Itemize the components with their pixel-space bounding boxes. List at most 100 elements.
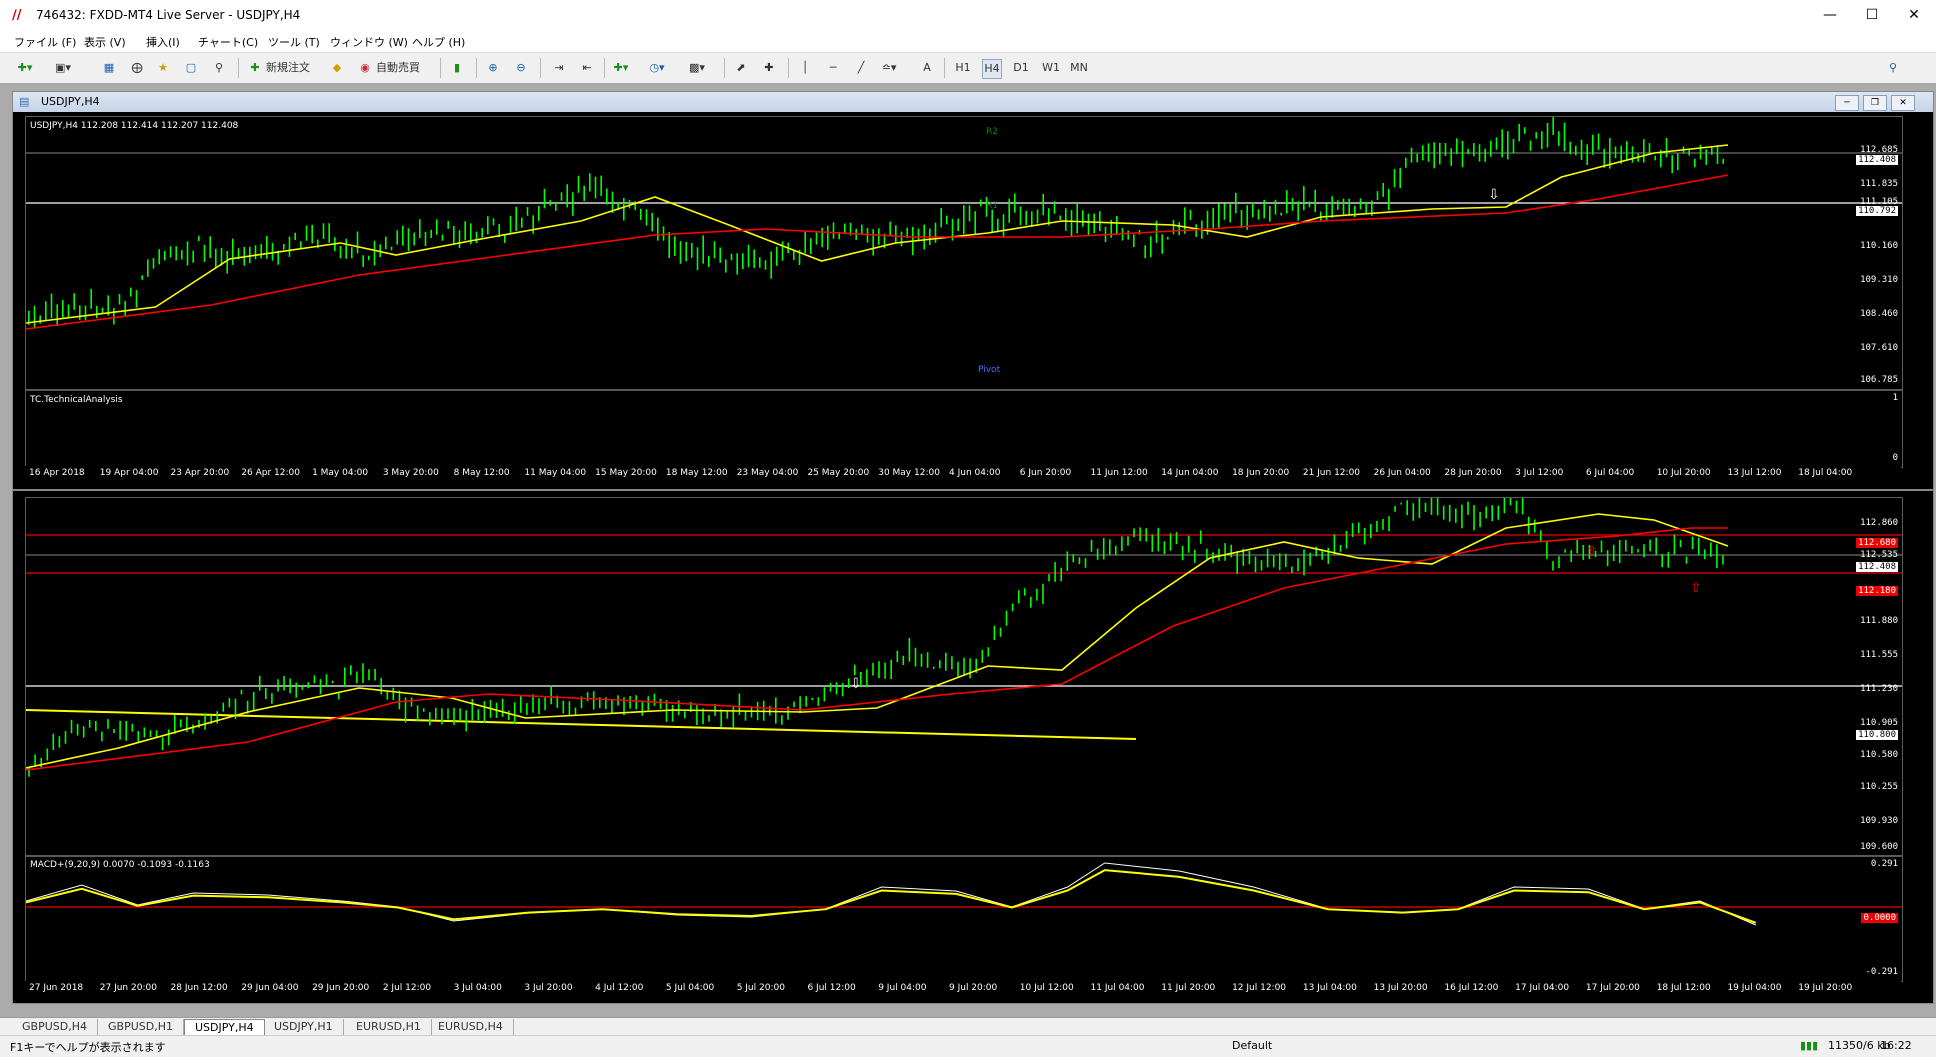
bar-chart-icon[interactable]: ▮ — [448, 59, 466, 77]
menu-tools[interactable]: ツール (T) — [268, 34, 320, 50]
chart-tabs: GBPUSD,H4 GBPUSD,H1 USDJPY,H4 USDJPY,H1 … — [0, 1017, 1936, 1036]
tab-gbpusd-h1[interactable]: GBPUSD,H1 — [98, 1019, 184, 1035]
up-arrow-icon: ⇧ — [1586, 544, 1598, 560]
menu-chart[interactable]: チャート(C) — [198, 34, 258, 50]
chart-info-label: USDJPY,H4 112.208 112.414 112.207 112.40… — [30, 121, 239, 131]
new-chart-icon[interactable]: ✚▾ — [16, 59, 34, 77]
chart-window-usdjpy-h4[interactable]: ▤ USDJPY,H4 ─ ❐ ✕ ⇩ USDJPY,H4 112.208 11… — [12, 91, 1934, 490]
indicator-pane-1[interactable]: TC.TechnicalAnalysis 1 0 — [25, 390, 1903, 468]
x-axis-label: 10 Jul 12:00 — [1019, 983, 1074, 993]
x-axis-label: 17 Jul 20:00 — [1585, 983, 1640, 993]
new-order-icon[interactable]: ✚ — [246, 59, 264, 77]
tab-usdjpy-h4[interactable]: USDJPY,H4 — [184, 1019, 265, 1036]
chart-shift-icon[interactable]: ⇤ — [578, 59, 596, 77]
x-axis-label: 11 Jul 20:00 — [1161, 983, 1216, 993]
indicator-label: TC.TechnicalAnalysis — [30, 395, 123, 405]
close-button[interactable]: ✕ — [1894, 4, 1934, 26]
tab-eurusd-h4[interactable]: EURUSD,H4 — [428, 1019, 514, 1035]
ma-fast-line — [26, 513, 1729, 769]
red-upper-tag: 112.680 — [1856, 538, 1898, 548]
chart-restore-button[interactable]: ❐ — [1863, 95, 1887, 111]
time-axis-2: 27 Jun 2018 27 Jun 20:00 28 Jun 12:00 29 Ju… — [25, 981, 1901, 995]
x-axis-label: 29 Jun 20:00 — [312, 983, 370, 993]
period-mn-button[interactable]: MN — [1070, 59, 1088, 77]
x-axis-label: 9 Jul 04:00 — [878, 983, 927, 993]
menu-view[interactable]: 表示 (V) — [84, 34, 126, 50]
auto-trade-icon[interactable]: ◉ — [356, 59, 374, 77]
cursor-icon[interactable]: ⬈ — [732, 59, 750, 77]
y-label: 111.880 — [1860, 616, 1898, 626]
vertical-line-icon[interactable]: │ — [796, 59, 814, 77]
menu-window[interactable]: ウィンドウ (W) — [330, 34, 408, 50]
x-axis-label: 9 Jul 20:00 — [949, 983, 998, 993]
tab-eurusd-h1[interactable]: EURUSD,H1 — [346, 1019, 432, 1035]
strategy-tester-icon[interactable]: ⚲ — [210, 59, 228, 77]
zoom-out-icon[interactable]: ⊖ — [512, 59, 530, 77]
chart-window-caption[interactable]: ▤ USDJPY,H4 ─ ❐ ✕ — [13, 92, 1933, 112]
chart-minimize-button[interactable]: ─ — [1835, 95, 1859, 111]
templates-icon[interactable]: ▩▾ — [688, 59, 706, 77]
new-order-button[interactable]: 新規注文 — [266, 59, 310, 77]
macd-main-line — [26, 862, 1756, 926]
period-d1-button[interactable]: D1 — [1012, 59, 1030, 77]
profiles-icon[interactable]: ▣▾ — [54, 59, 72, 77]
x-axis-label: 18 Jul 12:00 — [1656, 983, 1711, 993]
favorites-icon[interactable]: ★ — [154, 59, 172, 77]
macd-top-label: 0.291 — [1870, 859, 1898, 869]
x-axis-label: 19 Apr 04:00 — [99, 468, 159, 478]
x-axis-label: 13 Jul 12:00 — [1727, 468, 1782, 478]
price-chart-2: ⇧ ⇧ ⇩ — [26, 498, 1902, 777]
chart-close-button[interactable]: ✕ — [1891, 95, 1915, 111]
candles — [28, 117, 1724, 328]
x-axis-label: 27 Jun 2018 — [29, 983, 84, 993]
text-tool-icon[interactable]: A — [918, 59, 936, 77]
auto-scroll-icon[interactable]: ⇥ — [550, 59, 568, 77]
chart-window-2[interactable]: ⇧ ⇧ ⇩ 112.860 112.680 112.535 112.408 112.… — [12, 490, 1934, 1004]
period-h1-button[interactable]: H1 — [954, 59, 972, 77]
zoom-in-icon[interactable]: ⊕ — [484, 59, 502, 77]
horizontal-line-icon[interactable]: ─ — [824, 59, 842, 77]
macd-pane[interactable]: MACD+(9,20,9) 0.0070 -0.1093 -0.1163 0.2… — [25, 856, 1903, 982]
x-axis-label: 4 Jul 12:00 — [595, 983, 644, 993]
market-watch-icon[interactable]: ▦ — [100, 59, 118, 77]
crosshair-icon[interactable]: ✚ — [760, 59, 778, 77]
x-axis-label: 28 Jun 20:00 — [1444, 468, 1502, 478]
y-label: 111.230 — [1860, 684, 1898, 694]
trendline-icon[interactable]: ╱ — [852, 59, 870, 77]
tab-usdjpy-h1[interactable]: USDJPY,H1 — [264, 1019, 344, 1035]
status-profile: Default — [1232, 1039, 1273, 1052]
title-bar: ∕/ 746432: FXDD-MT4 Live Server - USDJPY… — [0, 0, 1936, 31]
auto-trade-button[interactable]: 自動売買 — [376, 59, 420, 77]
tab-gbpusd-h4[interactable]: GBPUSD,H4 — [12, 1019, 98, 1035]
y-label: 107.610 — [1860, 343, 1898, 353]
r2-label: R2 — [986, 127, 998, 137]
macd-label: MACD+(9,20,9) 0.0070 -0.1093 -0.1163 — [30, 860, 210, 870]
menu-help[interactable]: ヘルプ (H) — [412, 34, 465, 50]
periods-icon[interactable]: ◷▾ — [648, 59, 666, 77]
x-axis-label: 23 May 04:00 — [736, 468, 799, 478]
channels-icon[interactable]: ≏▾ — [880, 59, 898, 77]
minimize-button[interactable]: — — [1810, 4, 1850, 26]
indicators-icon[interactable]: ✚▾ — [612, 59, 630, 77]
metaeditor-icon[interactable]: ◆ — [328, 59, 346, 77]
x-axis-label: 13 Jul 20:00 — [1373, 983, 1428, 993]
x-axis-label: 30 May 12:00 — [878, 468, 940, 478]
macd-bottom-label: -0.291 — [1865, 967, 1898, 977]
menu-insert[interactable]: 挿入(I) — [146, 34, 180, 50]
maximize-button[interactable]: ☐ — [1852, 4, 1892, 26]
navigator-icon[interactable]: ⨁ — [128, 59, 146, 77]
price-pane-2[interactable]: ⇧ ⇧ ⇩ 112.860 112.680 112.535 112.408 112.… — [25, 497, 1903, 856]
x-axis-label: 16 Apr 2018 — [29, 468, 85, 478]
menu-file[interactable]: ファイル (F) — [14, 34, 76, 50]
red-lower-tag: 112.180 — [1856, 586, 1898, 596]
chart-window-icon: ▤ — [19, 95, 30, 108]
period-h4-button[interactable]: H4 — [982, 59, 1002, 79]
macd-chart — [26, 862, 1902, 926]
terminal-icon[interactable]: ▢ — [182, 59, 200, 77]
price-pane-1[interactable]: ⇩ USDJPY,H4 112.208 112.414 112.207 112.… — [25, 116, 1903, 390]
status-time: 16:22 — [1880, 1039, 1912, 1052]
r1-label: R1 — [986, 201, 998, 211]
search-icon[interactable]: ⚲ — [1884, 59, 1902, 77]
x-axis-label: 29 Jun 04:00 — [241, 983, 299, 993]
period-w1-button[interactable]: W1 — [1042, 59, 1060, 77]
